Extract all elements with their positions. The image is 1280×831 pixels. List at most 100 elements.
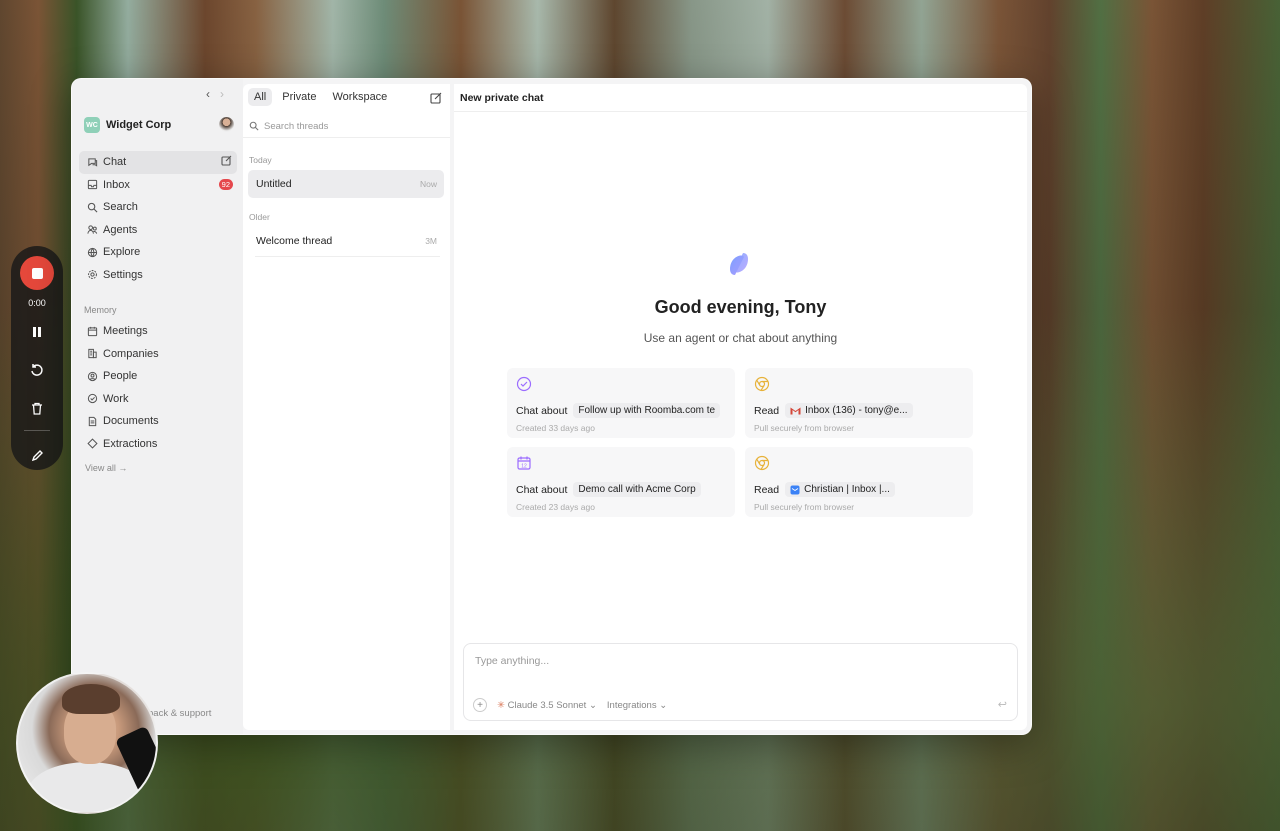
divider: [255, 256, 440, 257]
sidebar-item-inbox[interactable]: Inbox 92: [79, 174, 237, 197]
primary-nav: Chat Inbox 92 Search Agents Explore Sett…: [79, 151, 237, 286]
thread-title: Welcome thread: [256, 235, 333, 247]
integrations-label: Integrations: [606, 699, 657, 711]
card-meta: Pull securely from browser: [754, 502, 855, 512]
tab-all[interactable]: All: [248, 88, 273, 106]
workspace-switcher[interactable]: WC Widget Corp: [84, 115, 234, 135]
building-icon: [86, 348, 98, 360]
card-pill: Inbox (136) - tony@e...: [785, 403, 913, 418]
sidebar-item-label: Chat: [103, 156, 127, 169]
sidebar-item-label: Explore: [103, 246, 141, 259]
card-pill: Christian | Inbox |...: [785, 482, 895, 497]
sidebar-item-meetings[interactable]: Meetings: [79, 320, 237, 343]
tab-private[interactable]: Private: [276, 88, 322, 106]
new-chat-icon[interactable]: [221, 155, 232, 169]
app-window: ‹ › WC Widget Corp Chat Inbox 92 Search: [71, 78, 1032, 735]
feedback-support-link[interactable]: back & support: [148, 708, 211, 719]
sidebar-item-documents[interactable]: Documents: [79, 410, 237, 433]
chrome-icon: [754, 376, 770, 392]
sidebar-item-chat[interactable]: Chat: [79, 151, 237, 174]
memory-section-label: Memory: [84, 305, 117, 315]
sidebar-item-work[interactable]: Work: [79, 388, 237, 411]
avatar[interactable]: [219, 117, 234, 132]
sidebar: ‹ › WC Widget Corp Chat Inbox 92 Search: [72, 79, 243, 734]
memory-nav: Meetings Companies People Work Documents…: [79, 320, 237, 455]
search-input[interactable]: Search threads: [264, 121, 328, 132]
greeting: Good evening, Tony: [654, 297, 827, 317]
workspace-logo: WC: [84, 117, 100, 133]
card-meta: Created 23 days ago: [516, 502, 595, 512]
sidebar-item-agents[interactable]: Agents: [79, 219, 237, 242]
search-icon: [249, 121, 259, 131]
message-input[interactable]: Type anything...: [475, 655, 549, 667]
card-verb: Chat about: [516, 483, 568, 496]
card-verb: Chat about: [516, 404, 568, 417]
card-pill-label: Inbox (136) - tony@e...: [805, 405, 908, 416]
sidebar-item-companies[interactable]: Companies: [79, 343, 237, 366]
screen-recorder-widget: 0:00: [11, 246, 63, 470]
stop-recording-button[interactable]: [20, 256, 54, 290]
suggestion-card[interactable]: Read Inbox (136) - tony@e... Pull secure…: [745, 368, 973, 438]
card-pill-label: Christian | Inbox |...: [804, 484, 890, 495]
divider: [24, 430, 50, 431]
sidebar-item-search[interactable]: Search: [79, 196, 237, 219]
message-composer[interactable]: Type anything... + ✳ Claude 3.5 Sonnet ⌄…: [463, 643, 1018, 721]
chat-panel: New private chat Good evening, Tony Use …: [454, 84, 1031, 730]
view-all-link[interactable]: View all →: [85, 463, 127, 473]
pen-icon[interactable]: [23, 441, 51, 469]
calendar-icon: [86, 325, 98, 337]
webcam-preview: [16, 672, 158, 814]
card-pill-label: Demo call with Acme Corp: [578, 484, 696, 495]
sidebar-item-label: Inbox: [103, 178, 130, 191]
suggestion-card[interactable]: Chat about Follow up with Roomba.com te C…: [507, 368, 735, 438]
tab-workspace[interactable]: Workspace: [326, 88, 393, 106]
sidebar-item-settings[interactable]: Settings: [79, 264, 237, 287]
sidebar-item-label: Extractions: [103, 437, 158, 450]
calendar-icon: 12: [517, 456, 531, 470]
card-pill: Follow up with Roomba.com te: [573, 403, 721, 418]
new-thread-icon[interactable]: [430, 92, 442, 107]
divider: [243, 137, 450, 138]
back-arrow-icon[interactable]: ‹: [206, 87, 210, 101]
sidebar-item-label: Settings: [103, 268, 143, 281]
anthropic-icon: ✳: [497, 699, 505, 711]
trash-icon[interactable]: [23, 394, 51, 422]
arrow-right-icon: →: [118, 463, 128, 473]
card-meta: Pull securely from browser: [754, 423, 855, 433]
integrations-dropdown[interactable]: Integrations ⌄: [607, 700, 667, 711]
agents-icon: [86, 224, 98, 236]
thread-item[interactable]: Untitled Now: [248, 170, 444, 198]
sidebar-item-people[interactable]: People: [79, 365, 237, 388]
pause-icon[interactable]: [23, 318, 51, 346]
composer-toolbar: + ✳ Claude 3.5 Sonnet ⌄ Integrations ⌄: [473, 698, 667, 712]
svg-text:12: 12: [521, 463, 527, 469]
model-label: Claude 3.5 Sonnet: [507, 699, 587, 711]
check-circle-icon: [86, 393, 98, 405]
sidebar-item-explore[interactable]: Explore: [79, 241, 237, 264]
thread-list-panel: All Private Workspace Search threads Tod…: [243, 84, 450, 730]
suggestion-card[interactable]: 12 Chat about Demo call with Acme Corp Cr…: [507, 447, 735, 517]
group-label-today: Today: [249, 155, 272, 165]
mail-app-icon: [790, 485, 800, 494]
thread-item[interactable]: Welcome thread 3M: [248, 227, 444, 255]
restart-icon[interactable]: [23, 356, 51, 384]
sidebar-item-label: People: [103, 370, 138, 383]
sidebar-item-label: Meetings: [103, 325, 148, 338]
forward-arrow-icon[interactable]: ›: [220, 87, 224, 101]
view-all-label: View all: [85, 463, 116, 473]
chevron-down-icon: ⌄: [659, 699, 668, 711]
thread-time: Now: [419, 179, 437, 189]
gmail-icon: [790, 407, 801, 415]
diamond-icon: [86, 438, 98, 450]
sidebar-item-label: Documents: [103, 415, 159, 428]
send-icon[interactable]: ↩: [998, 698, 1007, 711]
add-attachment-button[interactable]: +: [473, 698, 487, 712]
model-selector[interactable]: ✳ Claude 3.5 Sonnet ⌄: [497, 700, 597, 711]
suggestion-card[interactable]: Read Christian | Inbox |... Pull securel…: [745, 447, 973, 517]
thread-search[interactable]: Search threads: [249, 118, 444, 134]
inbox-count-badge: 92: [218, 178, 233, 190]
sidebar-item-extractions[interactable]: Extractions: [79, 433, 237, 456]
check-circle-icon: [516, 376, 532, 392]
sidebar-item-label: Agents: [103, 223, 138, 236]
chat-icon: [86, 156, 98, 168]
